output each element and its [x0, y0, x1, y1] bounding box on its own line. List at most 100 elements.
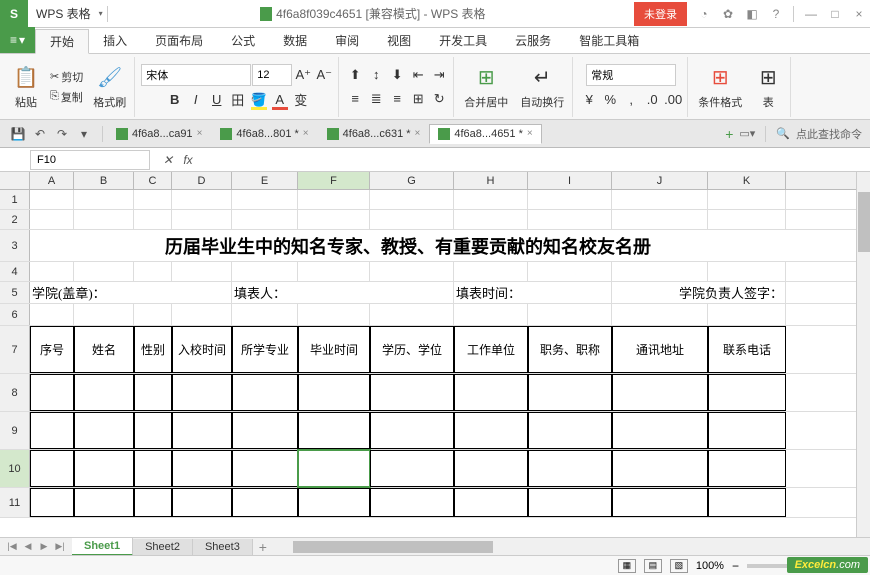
horizontal-scrollbar[interactable]	[293, 540, 870, 554]
tab-list-icon[interactable]: ▭▾	[739, 127, 755, 140]
table-header[interactable]: 通讯地址	[612, 326, 708, 373]
cut-button[interactable]: ✂剪切	[48, 68, 85, 86]
tab-cloud[interactable]: 云服务	[501, 28, 565, 53]
col-header[interactable]: A	[30, 172, 74, 189]
redo-icon[interactable]: ↷	[52, 124, 72, 144]
table-format-button[interactable]: ⊞ 表	[750, 62, 786, 112]
label-head-sign[interactable]: 学院负责人签字：	[612, 282, 786, 303]
qat-more-icon[interactable]: ▾	[74, 124, 94, 144]
minimize-icon[interactable]: —	[800, 3, 822, 25]
decrease-font-button[interactable]: A⁻	[314, 65, 334, 85]
col-header[interactable]: B	[74, 172, 134, 189]
table-header[interactable]: 毕业时间	[298, 326, 370, 373]
row-header[interactable]: 5	[0, 282, 30, 303]
font-color-button[interactable]: A	[270, 90, 290, 110]
fill-color-button[interactable]: 🪣	[249, 90, 269, 110]
table-header[interactable]: 性别	[134, 326, 172, 373]
comma-button[interactable]: ,	[621, 90, 641, 110]
skin-icon[interactable]: ◧	[741, 3, 763, 25]
table-header[interactable]: 姓名	[74, 326, 134, 373]
tab-formula[interactable]: 公式	[217, 28, 269, 53]
file-menu-icon[interactable]: ≡▾	[0, 27, 35, 53]
align-center-button[interactable]: ≣	[366, 89, 386, 109]
doc-tab-1[interactable]: 4f6a8...ca91×	[107, 124, 211, 144]
save-icon[interactable]: 💾	[8, 124, 28, 144]
col-header[interactable]: J	[612, 172, 708, 189]
col-header[interactable]: H	[454, 172, 528, 189]
select-all-corner[interactable]	[0, 172, 30, 189]
close-tab-icon[interactable]: ×	[415, 128, 421, 139]
bold-button[interactable]: B	[165, 90, 185, 110]
maximize-icon[interactable]: □	[824, 3, 846, 25]
zoom-out-icon[interactable]: −	[732, 559, 739, 573]
close-tab-icon[interactable]: ×	[527, 128, 533, 139]
col-header[interactable]: K	[708, 172, 786, 189]
doc-tab-4[interactable]: 4f6a8...4651 *×	[429, 124, 541, 144]
spreadsheet-grid[interactable]: A B C D E F G H I J K 1 2 3历届毕业生中的知名专家、教…	[0, 172, 856, 537]
paste-button[interactable]: 📋 粘贴	[8, 62, 44, 112]
phonetic-button[interactable]: 变	[291, 90, 311, 110]
sheet-next-icon[interactable]: ▶	[36, 539, 52, 555]
doc-tab-3[interactable]: 4f6a8...c631 *×	[318, 124, 430, 144]
row-header[interactable]: 1	[0, 190, 30, 209]
tab-insert[interactable]: 插入	[89, 28, 141, 53]
close-icon[interactable]: ×	[848, 3, 870, 25]
table-header[interactable]: 职务、职称	[528, 326, 612, 373]
login-badge[interactable]: 未登录	[634, 2, 687, 26]
tab-home[interactable]: 开始	[35, 29, 89, 54]
label-fill-time[interactable]: 填表时间：	[454, 282, 612, 303]
table-header[interactable]: 工作单位	[454, 326, 528, 373]
tab-data[interactable]: 数据	[269, 28, 321, 53]
scrollbar-thumb[interactable]	[293, 541, 493, 553]
distribute-button[interactable]: ⊞	[408, 89, 428, 109]
new-tab-icon[interactable]: +	[725, 126, 733, 142]
name-box[interactable]: F10	[30, 150, 150, 170]
search-hint[interactable]: 点此查找命令	[796, 126, 862, 142]
sheet-tab-1[interactable]: Sheet1	[72, 538, 133, 556]
align-bottom-button[interactable]: ⬇	[387, 65, 407, 85]
copy-button[interactable]: ⎘复制	[48, 88, 85, 106]
sheet-tab-2[interactable]: Sheet2	[133, 539, 193, 555]
sheet-prev-icon[interactable]: ◀	[20, 539, 36, 555]
table-header[interactable]: 所学专业	[232, 326, 298, 373]
row-header[interactable]: 11	[0, 488, 30, 517]
underline-button[interactable]: U	[207, 90, 227, 110]
align-right-button[interactable]: ≡	[387, 89, 407, 109]
tab-view[interactable]: 视图	[373, 28, 425, 53]
table-header[interactable]: 学历、学位	[370, 326, 454, 373]
increase-decimal-button[interactable]: .0	[642, 90, 662, 110]
sheet-first-icon[interactable]: |◀	[4, 539, 20, 555]
help-icon[interactable]: ?	[765, 3, 787, 25]
decrease-decimal-button[interactable]: .00	[663, 90, 683, 110]
col-header[interactable]: C	[134, 172, 172, 189]
label-college[interactable]: 学院(盖章)：	[30, 282, 232, 303]
cancel-formula-icon[interactable]: ✕	[158, 150, 178, 170]
indent-decrease-button[interactable]: ⇤	[408, 65, 428, 85]
currency-button[interactable]: ¥	[579, 90, 599, 110]
tab-developer[interactable]: 开发工具	[425, 28, 501, 53]
view-normal-icon[interactable]: ▦	[618, 559, 636, 573]
percent-button[interactable]: %	[600, 90, 620, 110]
label-filler[interactable]: 填表人：	[232, 282, 454, 303]
border-button[interactable]: 田	[228, 90, 248, 110]
undo-icon[interactable]: ↶	[30, 124, 50, 144]
view-page-icon[interactable]: ▤	[644, 559, 662, 573]
number-format-select[interactable]	[586, 64, 676, 86]
settings-icon[interactable]: ✿	[717, 3, 739, 25]
selected-cell[interactable]	[298, 450, 370, 487]
conditional-format-button[interactable]: ⊞ 条件格式	[694, 62, 746, 112]
wrap-text-button[interactable]: ↵ 自动换行	[516, 62, 568, 112]
vertical-scrollbar[interactable]	[856, 172, 870, 537]
table-header[interactable]: 序号	[30, 326, 74, 373]
increase-font-button[interactable]: A⁺	[293, 65, 313, 85]
font-size-select[interactable]	[252, 64, 292, 86]
row-header[interactable]: 8	[0, 374, 30, 411]
app-menu-dropdown-icon[interactable]: ▾	[99, 9, 103, 18]
row-header[interactable]: 4	[0, 262, 30, 281]
formula-input[interactable]	[198, 150, 870, 170]
row-header[interactable]: 10	[0, 450, 30, 487]
align-left-button[interactable]: ≡	[345, 89, 365, 109]
close-tab-icon[interactable]: ×	[303, 128, 309, 139]
table-header[interactable]: 联系电话	[708, 326, 786, 373]
orientation-button[interactable]: ↻	[429, 89, 449, 109]
